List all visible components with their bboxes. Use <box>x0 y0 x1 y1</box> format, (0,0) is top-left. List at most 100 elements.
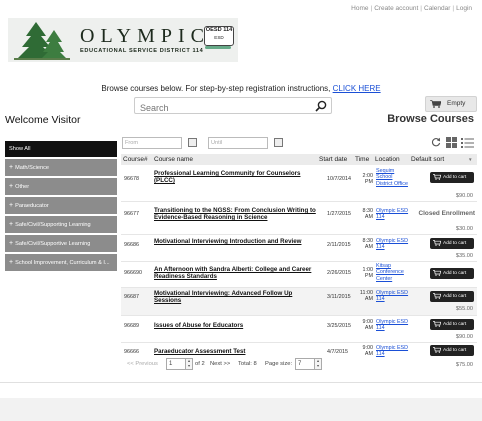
sidebar-item-label: Paraeducator <box>15 203 49 209</box>
top-nav: Home | Create account | Calendar | Login <box>351 5 472 12</box>
course-number: 96678 <box>124 176 139 182</box>
sidebar-item-label: Other <box>15 184 30 190</box>
nav-login-link[interactable]: Login <box>456 5 472 12</box>
course-price: $90.00 <box>455 193 473 199</box>
list-view-icon[interactable] <box>461 137 474 148</box>
header-location[interactable]: Location <box>375 156 400 163</box>
sidebar-item-school-improvement[interactable]: + School Improvement, Curriculum & I... <box>5 254 117 271</box>
table-row: 96686 Motivational Interviewing Introduc… <box>121 235 477 262</box>
table-header: Course# Course name Start date Time Loca… <box>121 154 477 165</box>
sidebar-item-label: Safe/Civil/Supporting Learning <box>15 222 91 228</box>
page-size-label: Page size: <box>265 361 293 367</box>
page-number-input[interactable]: 1 <box>166 358 187 370</box>
course-location-link[interactable]: Olympic ESD 114 <box>376 208 410 221</box>
course-location-link[interactable]: Olympic ESD 114 <box>376 345 410 358</box>
course-name-link[interactable]: Motivational Interviewing: Advanced Foll… <box>154 290 319 305</box>
course-start-date: 3/11/2015 <box>327 294 351 300</box>
search-input[interactable] <box>135 100 305 116</box>
add-to-cart-button[interactable]: Add to cart <box>430 172 474 183</box>
course-start-date: 2/26/2015 <box>327 270 351 276</box>
click-here-link[interactable]: CLICK HERE <box>333 84 381 93</box>
course-location-link[interactable]: Olympic ESD 114 <box>376 290 410 303</box>
course-name-link[interactable]: Professional Learning Community for Coun… <box>154 170 319 185</box>
site-logo[interactable]: OLYMPIC EDUCATIONAL SERVICE DISTRICT 114… <box>8 18 238 62</box>
seal-subtext: ESD <box>214 35 224 40</box>
page-size-stepper[interactable]: ▲ ▼ <box>314 358 322 370</box>
sidebar-item-math-science[interactable]: + Math/Science <box>5 159 117 176</box>
course-name-link[interactable]: An Afternoon with Sandra Alberti: Colleg… <box>154 266 319 281</box>
seal-text: OESD 114 <box>205 27 233 33</box>
course-price: $35.00 <box>455 253 473 259</box>
course-location-link[interactable]: Olympic ESD 114 <box>376 238 410 251</box>
expand-icon: + <box>9 183 14 190</box>
sidebar-item-other[interactable]: + Other <box>5 178 117 195</box>
shopping-cart-icon <box>433 293 441 299</box>
add-to-cart-button[interactable]: Add to cart <box>430 319 474 330</box>
course-name-link[interactable]: Paraeducator Assessment Test <box>154 348 319 355</box>
nav-calendar-link[interactable]: Calendar <box>424 5 450 12</box>
sidebar-item-paraeducator[interactable]: + Paraeducator <box>5 197 117 214</box>
course-price: $30.00 <box>455 226 473 232</box>
course-name-link[interactable]: Transitioning to the NGSS: From Conclusi… <box>154 207 319 222</box>
course-number: 96677 <box>124 211 139 217</box>
add-to-cart-button[interactable]: Add to cart <box>430 291 474 302</box>
add-to-cart-label: Add to cart <box>443 241 467 246</box>
course-name-link[interactable]: Motivational Interviewing Introduction a… <box>154 238 319 245</box>
instructions-text: Browse courses below. For step-by-step r… <box>101 84 333 93</box>
table-row: 96678 Professional Learning Community fo… <box>121 165 477 202</box>
course-time: 11:00 AM <box>359 290 373 303</box>
course-time: 8:30 AM <box>362 238 374 251</box>
shopping-cart-icon <box>433 347 441 353</box>
course-number: 96666 <box>124 349 139 355</box>
header-course-number[interactable]: Course# <box>123 156 148 163</box>
calendar-icon[interactable] <box>274 138 283 147</box>
add-to-cart-button[interactable]: Add to cart <box>430 238 474 249</box>
course-location-link[interactable]: Olympic ESD 114 <box>376 319 410 332</box>
header-time[interactable]: Time <box>355 156 369 163</box>
add-to-cart-label: Add to cart <box>443 271 467 276</box>
next-page-link[interactable]: Next >> <box>210 361 230 367</box>
course-name-link[interactable]: Issues of Abuse for Educators <box>154 322 319 329</box>
add-to-cart-button[interactable]: Add to cart <box>430 268 474 279</box>
sidebar-item-show-all[interactable]: Show All <box>5 141 117 157</box>
table-row: 96687 Motivational Interviewing: Advance… <box>121 288 477 316</box>
footer-divider <box>0 382 482 383</box>
shopping-cart-icon <box>433 174 441 180</box>
sidebar-item-safe-civil-supporting[interactable]: + Safe/Civil/Supporting Learning <box>5 216 117 233</box>
course-location-link[interactable]: Kitsap Conference Center <box>376 263 410 282</box>
course-time: 9:00 AM <box>362 345 374 358</box>
header-course-name[interactable]: Course name <box>154 156 193 163</box>
grid-view-icon[interactable] <box>446 137 457 148</box>
shopping-cart-icon <box>433 270 441 276</box>
sidebar-item-safe-civil-supportive[interactable]: + Safe/Civil/Supportive Learning <box>5 235 117 252</box>
until-date-input[interactable]: Until <box>208 137 268 149</box>
course-price: $55.00 <box>455 306 473 312</box>
page-size-input[interactable]: 7 <box>295 358 316 370</box>
course-location-link[interactable]: Sequim School District Office <box>376 168 410 187</box>
calendar-icon[interactable] <box>188 138 197 147</box>
refresh-icon[interactable] <box>431 137 441 147</box>
search-icon[interactable] <box>315 100 327 112</box>
from-date-input[interactable]: From <box>122 137 182 149</box>
filter-bar: From Until <box>120 133 476 151</box>
nav-home-link[interactable]: Home <box>351 5 368 12</box>
page-stepper[interactable]: ▲ ▼ <box>185 358 193 370</box>
cart-button[interactable]: Empty <box>425 96 477 112</box>
add-to-cart-button[interactable]: Add to cart <box>430 345 474 356</box>
table-row: 96677 Transitioning to the NGSS: From Co… <box>121 202 477 235</box>
shopping-cart-icon <box>433 321 441 327</box>
nav-separator: | <box>370 5 373 12</box>
page-count: of 2 <box>195 361 205 367</box>
expand-icon: + <box>9 240 14 247</box>
sort-caret-icon[interactable]: ▼ <box>468 157 473 162</box>
course-time: 8:30 AM <box>362 208 374 221</box>
footer <box>0 398 482 421</box>
course-time: 2:00 PM <box>362 173 374 186</box>
nav-separator: | <box>452 5 455 12</box>
nav-create-account-link[interactable]: Create account <box>374 5 418 12</box>
course-number: 966690 <box>124 270 142 276</box>
previous-page-link[interactable]: << Previous <box>127 361 158 367</box>
header-default-sort[interactable]: Default sort <box>411 156 444 163</box>
course-start-date: 3/25/2015 <box>327 323 351 329</box>
header-start-date[interactable]: Start date <box>319 156 347 163</box>
